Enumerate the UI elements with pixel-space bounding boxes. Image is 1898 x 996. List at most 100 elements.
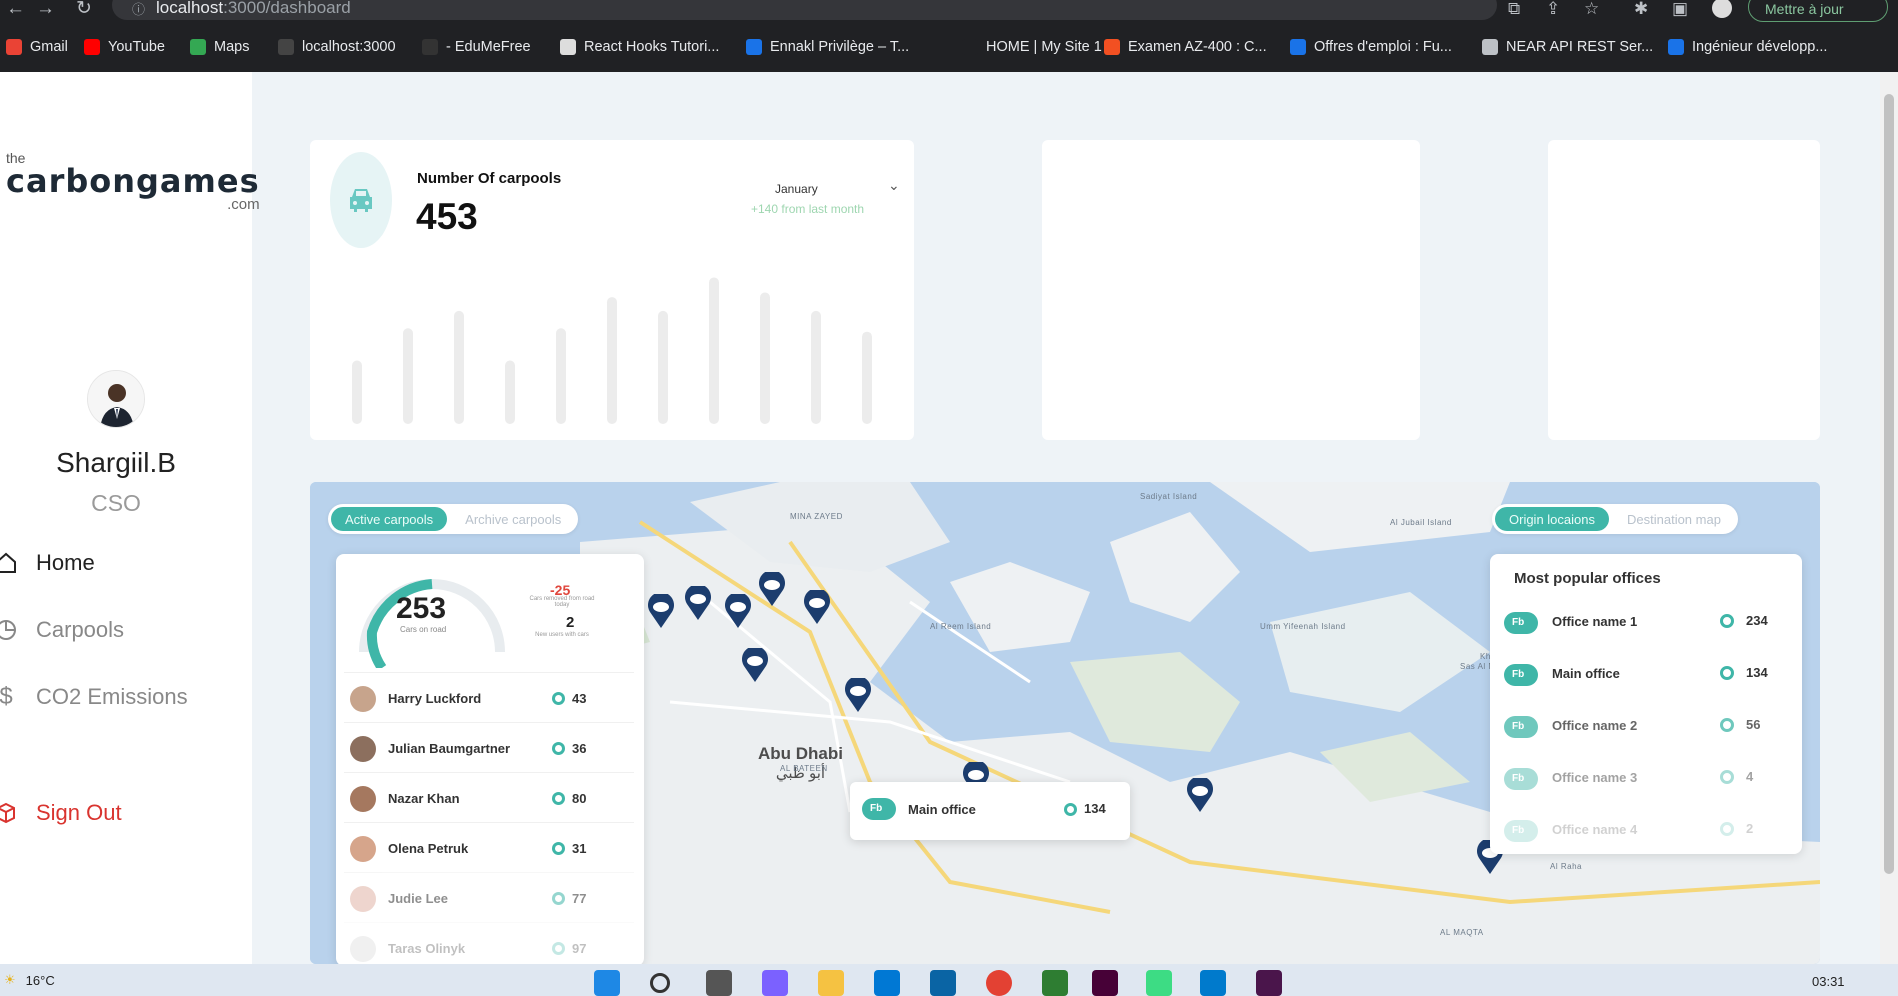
driver-row[interactable]: Julian Baumgartner 36: [344, 722, 634, 772]
sidebar-item-co2-emissions[interactable]: $ CO2 Emissions: [0, 683, 188, 710]
url-bar[interactable]: ⓘ localhost:3000/dashboard: [112, 0, 1497, 20]
bookmark-label: NEAR API REST Ser...: [1506, 39, 1654, 55]
tab-origin-locations[interactable]: Origin locaions: [1495, 507, 1609, 531]
sidebar-item-carpools[interactable]: Carpools: [0, 617, 124, 643]
sign-out-button[interactable]: Sign Out: [0, 800, 122, 826]
office-badge-icon: Fb: [1504, 612, 1538, 634]
page-scrollbar[interactable]: [1880, 72, 1898, 964]
office-name: Office name 1: [1552, 614, 1638, 629]
office-row[interactable]: Fb Main office 134: [1500, 648, 1790, 700]
bookmark-item[interactable]: React Hooks Tutori...: [560, 39, 719, 55]
bookmark-favicon-icon: [1290, 39, 1306, 55]
file-explorer-icon[interactable]: [818, 970, 844, 996]
bookmark-label: - EduMeFree: [446, 39, 531, 55]
office-row[interactable]: Fb Office name 4 2: [1500, 804, 1790, 854]
bookmark-item[interactable]: - EduMeFree: [422, 39, 531, 55]
driver-value: 43: [572, 691, 587, 706]
bookmark-item[interactable]: NEAR API REST Ser...: [1482, 39, 1653, 55]
bookmark-item[interactable]: localhost:3000: [278, 39, 396, 55]
task-view-icon[interactable]: [706, 970, 732, 996]
city-name-en: Abu Dhabi: [758, 744, 843, 763]
tab-active-carpools[interactable]: Active carpools: [331, 507, 448, 531]
logo[interactable]: the carbongames .com: [6, 151, 260, 213]
app-icon[interactable]: [1042, 970, 1068, 996]
driver-row[interactable]: Taras Olinyk 97: [344, 922, 634, 964]
bookmark-star-icon[interactable]: ☆: [1584, 0, 1599, 18]
driver-name: Nazar Khan: [388, 791, 460, 806]
carpools-stat-card: Number Of carpools 453 January ⌄ +140 fr…: [310, 140, 914, 440]
empty-card-3: [1548, 140, 1820, 440]
location-tabs: Origin locaions Destination map: [1492, 504, 1738, 534]
map-pin-icon[interactable]: [843, 676, 873, 714]
driver-name: Harry Luckford: [388, 691, 482, 706]
office-row[interactable]: Fb Office name 3 4: [1500, 752, 1790, 804]
adobe-xd-icon[interactable]: [1092, 970, 1118, 996]
office-name: Office name 3: [1552, 770, 1638, 785]
driver-value: 77: [572, 891, 587, 906]
driver-row[interactable]: Harry Luckford 43: [344, 672, 634, 722]
extensions-icon[interactable]: ✱: [1634, 0, 1648, 18]
pie-chart-icon: [0, 618, 18, 642]
tab-archive-carpools[interactable]: Archive carpools: [451, 507, 575, 531]
office-row[interactable]: Fb Office name 2 56: [1500, 700, 1790, 752]
bookmark-item[interactable]: HOME | My Site 1: [962, 39, 1102, 55]
bookmark-item[interactable]: Maps: [190, 39, 249, 55]
chart-bar: [505, 360, 515, 424]
update-browser-button[interactable]: Mettre à jour: [1748, 0, 1888, 22]
office-row[interactable]: Fb Office name 1 234: [1500, 596, 1790, 648]
back-icon[interactable]: ←: [6, 0, 25, 18]
reload-icon[interactable]: ↻: [76, 0, 92, 18]
removed-label: Cars removed from road today: [529, 596, 595, 608]
weather-widget[interactable]: ☀ 16°C: [4, 972, 55, 988]
cars-on-road-value: 253: [396, 592, 447, 625]
avatar: [87, 370, 145, 428]
bookmark-item[interactable]: Gmail: [6, 39, 68, 55]
map-pin-icon[interactable]: [683, 584, 713, 622]
map-pin-icon[interactable]: [646, 592, 676, 630]
map-pin-icon[interactable]: [1185, 776, 1215, 814]
chart-bar: [607, 297, 617, 424]
driver-avatar: [350, 686, 376, 712]
mail-icon[interactable]: [930, 970, 956, 996]
map-pin-icon[interactable]: [802, 588, 832, 626]
bookmark-item[interactable]: Ennakl Privilège – T...: [746, 39, 909, 55]
bookmark-label: localhost:3000: [302, 39, 396, 55]
search-icon[interactable]: [650, 973, 670, 993]
driver-row[interactable]: Olena Petruk 31: [344, 822, 634, 872]
tab-destination-map[interactable]: Destination map: [1613, 507, 1735, 531]
site-info-icon[interactable]: ⓘ: [132, 0, 145, 18]
map-pin-icon[interactable]: [757, 570, 787, 608]
profile-avatar-icon[interactable]: [1712, 0, 1732, 18]
store-icon[interactable]: [874, 970, 900, 996]
map-pin-icon[interactable]: [740, 646, 770, 684]
map-pin-icon[interactable]: [723, 592, 753, 630]
bookmark-item[interactable]: Offres d'emploi : Fu...: [1290, 39, 1452, 55]
dollar-icon: $: [0, 683, 13, 710]
sidebar-item-home[interactable]: Home: [0, 550, 95, 576]
teams-icon[interactable]: [762, 970, 788, 996]
bookmark-item[interactable]: Ingénieur développ...: [1668, 39, 1827, 55]
home-icon: [0, 551, 18, 575]
vscode-icon[interactable]: [1200, 970, 1226, 996]
bookmark-item[interactable]: Examen AZ-400 : C...: [1104, 39, 1267, 55]
chrome-icon[interactable]: [986, 970, 1012, 996]
driver-row[interactable]: Judie Lee 77: [344, 872, 634, 922]
android-studio-icon[interactable]: [1146, 970, 1172, 996]
driver-value: 97: [572, 941, 587, 956]
slack-icon[interactable]: [1256, 970, 1282, 996]
map-area-label: Al Raha: [1550, 862, 1582, 871]
bookmark-item[interactable]: YouTube: [84, 39, 165, 55]
map-area-label: Al Jubail Island: [1390, 518, 1452, 527]
start-icon[interactable]: [594, 970, 620, 996]
url-host: localhost: [156, 0, 224, 17]
translate-icon[interactable]: ⧉: [1508, 0, 1520, 18]
bookmark-favicon-icon: [1482, 39, 1498, 55]
map-area-label: AL MAQTA: [1440, 928, 1484, 937]
driver-row[interactable]: Nazar Khan 80: [344, 772, 634, 822]
scrollbar-thumb[interactable]: [1884, 94, 1894, 874]
office-popup[interactable]: Fb Main office 134: [850, 782, 1130, 840]
forward-icon[interactable]: →: [36, 0, 55, 18]
carpools-map[interactable]: Active carpools Archive carpools Origin …: [310, 482, 1820, 964]
share-icon[interactable]: ⇪: [1546, 0, 1560, 18]
sidepanel-icon[interactable]: ▣: [1672, 0, 1688, 18]
